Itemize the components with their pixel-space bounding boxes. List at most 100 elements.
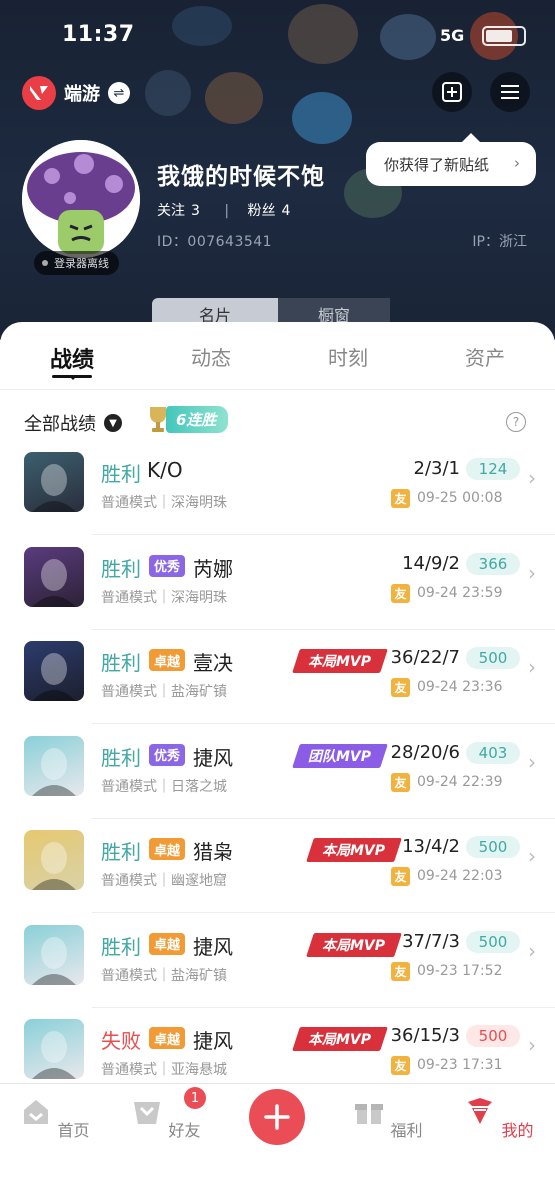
match-result: 胜利	[101, 462, 141, 486]
match-row[interactable]: 胜利 卓越 猎枭 本局MVP 13/4/2 500 普通模式｜幽邃地窟 友 09…	[0, 818, 555, 913]
friend-tag: 友	[391, 678, 410, 697]
iso-avatar-icon	[24, 641, 84, 701]
match-time: 09-24 22:39	[417, 773, 503, 790]
mvp-badge: 本局MVP	[306, 932, 402, 957]
friends-badge: 1	[184, 1087, 206, 1109]
kda: 36/22/7	[390, 647, 460, 668]
chevron-right-icon: ›	[528, 466, 536, 490]
brand-name: 端游	[64, 84, 100, 105]
tab-moments[interactable]: 时刻	[308, 342, 388, 371]
help-icon[interactable]: ?	[506, 412, 526, 432]
main-panel: 战绩 动态 时刻 资产 全部战绩 ▼ 6连胜 ? 胜利 K/O 2/3/1 12…	[0, 322, 555, 1200]
match-row[interactable]: 胜利 K/O 2/3/1 124 普通模式｜深海明珠 友 09-25 00:08…	[0, 440, 555, 535]
sticker-add-icon	[442, 82, 462, 102]
match-result: 胜利	[101, 556, 141, 581]
game-mode: 普通模式｜亚海悬城	[101, 1062, 227, 1078]
performance-badge: 卓越	[149, 1027, 186, 1049]
battery-icon	[482, 26, 526, 46]
match-score: 403	[466, 741, 520, 764]
content-tabs: 战绩 动态 时刻 资产	[0, 322, 555, 390]
game-mode: 普通模式｜深海明珠	[101, 495, 227, 511]
follow-count: 3	[191, 203, 200, 219]
match-row[interactable]: 胜利 优秀 捷风 团队MVP 28/20/6 403 普通模式｜日落之城 友 0…	[0, 724, 555, 819]
create-post-button[interactable]	[249, 1089, 305, 1145]
chevron-right-icon: ›	[528, 655, 536, 679]
gift-icon	[355, 1104, 384, 1124]
streak-text: 6连胜	[166, 405, 229, 433]
brand-switcher[interactable]: 端游 ⇌	[22, 76, 130, 110]
match-score: 366	[466, 552, 520, 575]
performance-badge: 卓越	[149, 932, 186, 955]
follow-label: 关注	[157, 203, 185, 219]
reyna-avatar-icon	[24, 546, 84, 607]
nav-rewards[interactable]: 福利	[353, 1096, 423, 1141]
jett-avatar-icon	[24, 1019, 84, 1079]
chevron-right-icon: ›	[528, 844, 536, 868]
mvp-badge: 本局MVP	[292, 1027, 388, 1051]
divider	[0, 389, 555, 390]
match-row[interactable]: 胜利 卓越 壹决 本局MVP 36/22/7 500 普通模式｜盐海矿镇 友 0…	[0, 629, 555, 724]
nav-home[interactable]: 首页	[20, 1096, 90, 1141]
offline-badge: 登录器离线	[34, 251, 119, 275]
avatar[interactable]	[22, 140, 140, 258]
nav-rewards-label: 福利	[390, 1121, 423, 1140]
offline-text: 登录器离线	[54, 257, 109, 270]
match-time: 09-23 17:52	[417, 962, 503, 979]
match-result: 胜利	[101, 934, 141, 959]
user-id: ID：007643541	[157, 234, 273, 250]
ip-location: IP：浙江	[472, 234, 527, 250]
friend-tag: 友	[391, 1056, 410, 1075]
hero-name: K/O	[147, 458, 183, 482]
tab-feed[interactable]: 动态	[171, 342, 251, 371]
tab-assets[interactable]: 资产	[445, 342, 525, 371]
trophy-icon	[150, 407, 166, 432]
nav-me[interactable]: 我的	[464, 1096, 534, 1141]
match-score: 124	[466, 458, 520, 480]
chevron-right-icon: ›	[528, 938, 536, 963]
sova-avatar-icon	[24, 830, 84, 890]
bottom-nav: 首页 好友 1 福利 我的	[0, 1083, 555, 1200]
friend-tag: 友	[391, 583, 410, 603]
performance-badge: 卓越	[149, 838, 186, 860]
friends-icon	[134, 1102, 161, 1124]
hero-name: 猎枭	[193, 840, 233, 864]
kda: 14/9/2	[402, 552, 460, 574]
nav-friends-label: 好友	[168, 1121, 201, 1140]
match-row[interactable]: 胜利 优秀 芮娜 14/9/2 366 普通模式｜深海明珠 友 09-24 23…	[0, 535, 555, 630]
mvp-text: 本局MVP	[308, 1032, 372, 1048]
match-score: 500	[466, 930, 520, 953]
performance-badge: 优秀	[149, 743, 186, 766]
sticker-tip-text: 你获得了新贴纸	[384, 155, 490, 174]
status-time: 11:37	[62, 22, 135, 47]
game-mode: 普通模式｜日落之城	[101, 778, 227, 795]
match-result: 胜利	[101, 840, 141, 864]
performance-badge: 卓越	[149, 649, 186, 671]
tab-record[interactable]: 战绩	[32, 342, 112, 374]
match-result: 胜利	[101, 745, 141, 770]
hero-name: 壹决	[193, 651, 233, 675]
record-filter[interactable]: 全部战绩 ▼	[24, 410, 122, 436]
chevron-right-icon: ›	[528, 560, 536, 585]
hero-name: 芮娜	[193, 556, 233, 581]
swap-icon: ⇌	[108, 82, 130, 104]
network-indicator: 5G	[440, 26, 465, 45]
valorant-logo-icon	[22, 76, 56, 110]
game-mode: 普通模式｜盐海矿镇	[101, 684, 227, 700]
mvp-text: 本局MVP	[322, 937, 386, 954]
kda: 37/7/3	[402, 930, 460, 952]
menu-icon	[501, 85, 519, 99]
follow-stats[interactable]: 关注 3 | 粉丝 4	[157, 200, 296, 220]
game-mode: 普通模式｜深海明珠	[101, 589, 227, 606]
jett-avatar-icon	[24, 735, 84, 796]
match-score: 500	[466, 647, 520, 669]
jett-avatar-icon	[24, 924, 84, 985]
new-sticker-tooltip[interactable]: 你获得了新贴纸 ›	[366, 133, 536, 186]
menu-button[interactable]	[490, 72, 530, 112]
sticker-button[interactable]	[432, 72, 472, 112]
match-row[interactable]: 胜利 卓越 捷风 本局MVP 37/7/3 500 普通模式｜盐海矿镇 友 09…	[0, 913, 555, 1008]
kda: 13/4/2	[402, 836, 460, 857]
username: 我饿的时候不饱	[157, 164, 325, 190]
friend-tag: 友	[391, 961, 410, 981]
game-mode: 普通模式｜盐海矿镇	[101, 967, 227, 984]
performance-badge: 优秀	[149, 554, 186, 577]
